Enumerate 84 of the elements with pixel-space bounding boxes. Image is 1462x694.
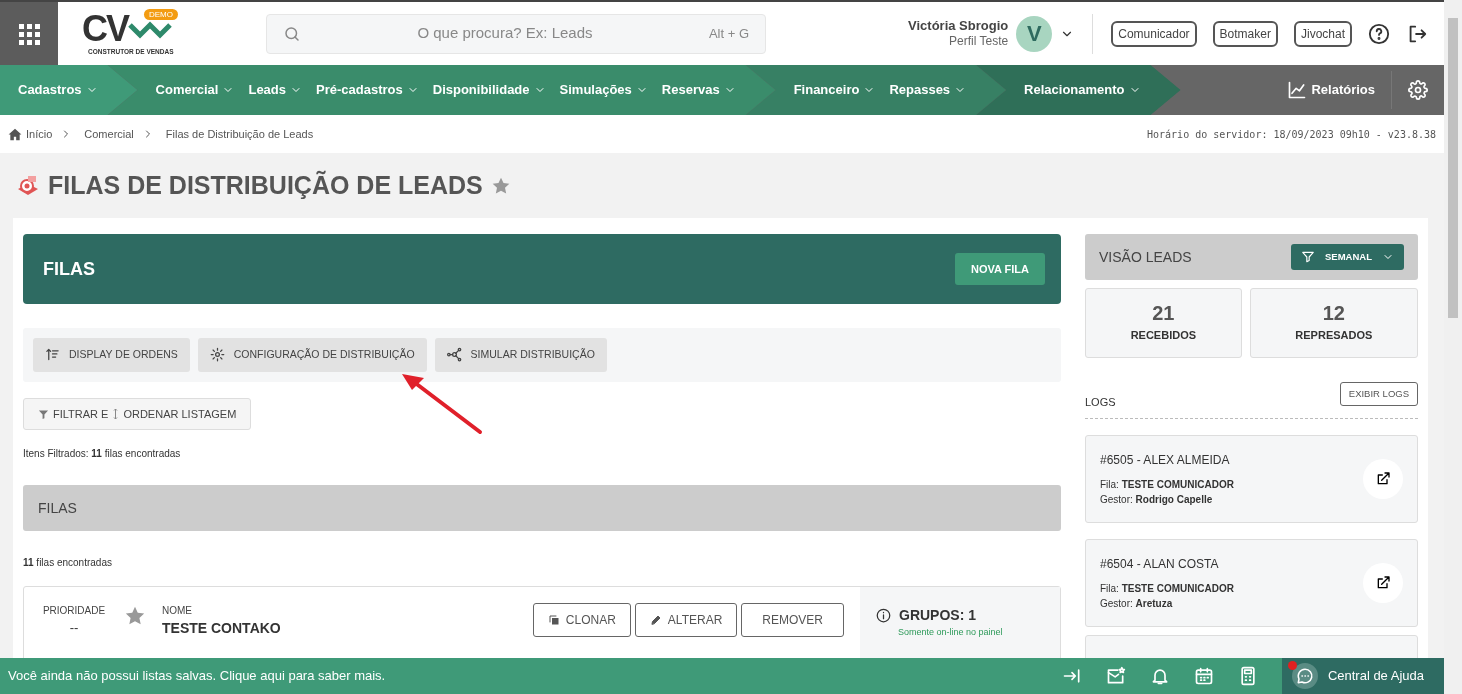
mail-star-icon[interactable] [1105,666,1126,686]
log-manager: Gestor: Aretuza [1100,597,1174,612]
nav-menu-item[interactable]: Simulações [559,80,648,100]
groups-note: Somente on-line no painel [898,626,1004,640]
nav-menu-item[interactable]: Pré-cadastros [316,80,419,100]
toolbar-button[interactable]: CONFIGURAÇÃO DE DISTRIBUIÇÃO [197,338,427,372]
row-action-button[interactable]: CLONAR [532,603,631,638]
stat-label: REPRESADOS [1295,327,1373,343]
row-action-button[interactable]: ALTERAR [634,603,738,638]
period-dropdown[interactable]: SEMANAL [1291,243,1404,271]
copy-icon [547,614,560,627]
shortcut-hint: Alt + G [708,24,749,43]
row-action-button[interactable]: REMOVER [741,603,844,638]
queue-count: 11 filas encontradas [23,556,113,571]
logo-text: CV [82,10,128,47]
panel-title: VISÃO LEADS [1099,247,1192,267]
toolbar-button[interactable]: DISPLAY DE ORDENS [33,338,190,372]
target-icon [16,174,40,197]
apps-grid-icon [17,21,41,46]
field-label: PRIORIDADE [42,604,106,619]
log-title: #6505 - ALEX ALMEIDA [1100,452,1231,470]
network-icon [446,347,462,363]
queue-name: TESTE CONTAKO [162,619,281,639]
reports-link[interactable]: Relatórios [1271,65,1391,115]
stat-label: RECEBIDOS [1130,327,1197,343]
filter-icon [38,408,49,420]
logs-title: LOGS [1085,394,1116,410]
section-title: FILAS [43,257,95,281]
info-icon [876,608,891,624]
collapse-arrow-icon[interactable] [1061,666,1082,686]
groups-count: GRUPOS: 1 [899,606,976,626]
open-log-button[interactable] [1363,459,1403,500]
log-manager: Gestor: Rodrigo Capelle [1100,493,1214,508]
header-button[interactable]: Comunicador [1111,20,1197,47]
user-profile: Perfil Teste [949,34,1009,49]
nav-menu-item[interactable]: Cadastros [18,80,98,100]
nav-menu-item[interactable]: Leads [248,80,303,100]
field-label: NOME [162,604,193,619]
stat-value: 12 [1322,302,1345,323]
header-button[interactable]: Botmaker [1212,20,1278,47]
search-input[interactable]: O que procura? Ex: Leads [301,21,709,46]
search-bar[interactable]: O que procura? Ex: Leads Alt + G [266,13,766,54]
settings-icon [209,347,225,363]
show-logs-button[interactable]: EXIBIR LOGS [1339,382,1418,407]
nav-menu-item[interactable]: Relacionamento [1024,80,1141,100]
settings-icon [1408,80,1428,101]
log-queue: Fila: TESTE COMUNICADOR [1100,582,1234,597]
priority-value: -- [69,619,79,638]
pencil-icon [649,614,662,627]
nav-menu-item[interactable]: Reservas [661,80,736,100]
filter-sort-button[interactable]: FILTRAR E ORDENAR LISTAGEM [23,397,252,431]
breadcrumb-link[interactable]: Filas de Distribuição de Leads [165,125,314,143]
sort-icon [45,347,60,363]
chat-bubble-icon [1295,667,1314,685]
server-time: Horário do servidor: 18/09/2023 09h10 - v23.8.38 [1147,127,1436,142]
header-button[interactable]: Jivochat [1293,20,1352,47]
nav-menu-item[interactable]: Disponibilidade [432,80,546,100]
filter-summary: Itens Filtrados: 11 filas encontradas [23,447,182,462]
home-icon[interactable] [8,127,22,141]
open-log-button[interactable] [1363,563,1403,604]
stat-value: 21 [1152,302,1175,323]
breadcrumb-link[interactable]: Comercial [84,125,134,143]
log-title: #6504 - ALAN COSTA [1100,556,1220,574]
sort-arrows-icon [112,408,120,420]
toolbar-button[interactable]: SIMULAR DISTRIBUIÇÃO [434,338,607,372]
user-avatar[interactable]: V [1016,15,1053,52]
breadcrumb-link[interactable]: Início [26,125,53,143]
list-header: FILAS [23,485,1061,532]
help-center-button[interactable]: Central de Ajuda [1281,658,1444,694]
filter-icon [1301,250,1315,264]
search-icon [283,24,301,43]
apps-menu-button[interactable] [0,2,58,65]
new-queue-button[interactable]: NOVA FILA [954,252,1045,286]
user-name: Victória Sbrogio [908,18,1009,34]
help-icon[interactable] [1368,22,1390,45]
page-title: FILAS DE DISTRIBUIÇÃO DE LEADS [48,169,483,201]
logo-badge: DEMO [144,8,178,20]
calendar-icon[interactable] [1193,666,1214,686]
nav-menu-item[interactable]: Financeiro [793,80,876,100]
log-queue: Fila: TESTE COMUNICADOR [1100,478,1234,493]
saved-lists-message[interactable]: Você ainda não possui listas salvas. Clique aqui para saber mais. [8,666,386,686]
nav-menu-item[interactable]: Repasses [889,80,967,100]
nav-menu-item[interactable]: Comercial [155,80,235,100]
line-chart-icon [1287,80,1308,100]
